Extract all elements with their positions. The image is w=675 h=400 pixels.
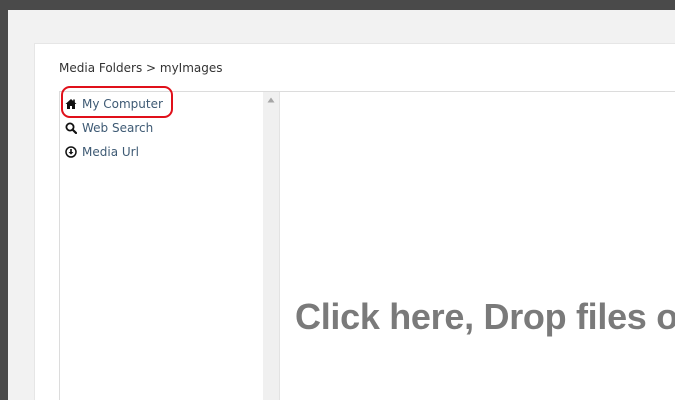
source-item-my-computer[interactable]: My Computer bbox=[65, 95, 163, 113]
search-icon bbox=[65, 122, 77, 134]
breadcrumb: Media Folders > myImages bbox=[59, 61, 223, 75]
home-icon bbox=[65, 98, 77, 110]
source-item-web-search[interactable]: Web Search bbox=[65, 119, 153, 137]
dropzone-text: Click here, Drop files o bbox=[295, 296, 675, 337]
sidebar-scrollbar[interactable] bbox=[263, 92, 280, 400]
scroll-up-arrow-icon[interactable] bbox=[263, 92, 279, 108]
download-circle-icon bbox=[65, 146, 77, 158]
source-sidebar: My Computer Web Search Media Url bbox=[60, 92, 263, 400]
source-item-label: Web Search bbox=[82, 121, 154, 135]
file-dropzone[interactable]: Click here, Drop files o bbox=[281, 92, 675, 400]
source-item-label: My Computer bbox=[82, 97, 163, 111]
source-item-media-url[interactable]: Media Url bbox=[65, 143, 139, 161]
source-item-label: Media Url bbox=[82, 145, 139, 159]
